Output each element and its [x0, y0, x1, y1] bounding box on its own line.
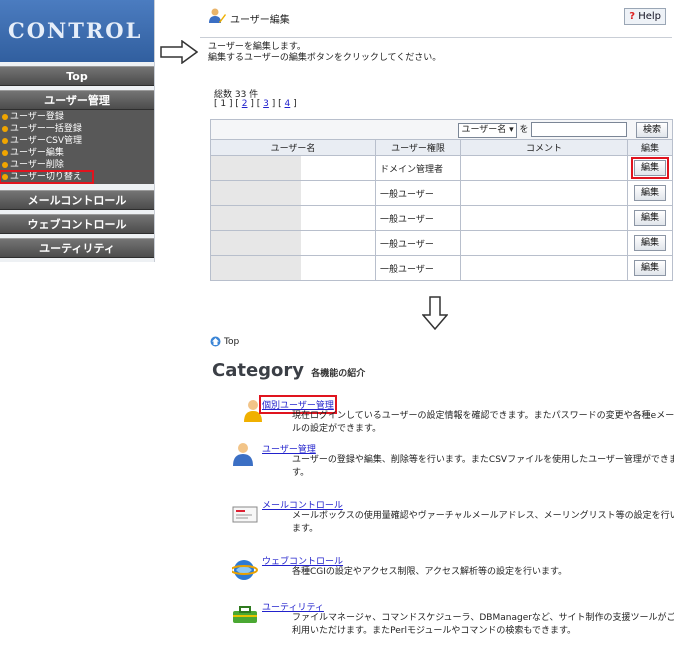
- bullet-icon: [2, 114, 8, 120]
- username-cell: [210, 255, 376, 281]
- user-table: ユーザー名 ▾ を 検索 ユーザー名 ユーザー権限 コメント 編集 ドメイン管理…: [209, 119, 674, 281]
- submenu-item-user-edit[interactable]: ユーザー編集: [0, 147, 154, 159]
- role-cell: 一般ユーザー: [375, 180, 461, 206]
- sidebar-item-mail-control[interactable]: メールコントロール: [0, 190, 154, 210]
- comment-cell: [460, 230, 628, 256]
- redacted-username: [211, 181, 301, 205]
- edit-button[interactable]: 編集: [631, 157, 670, 179]
- toolbox-icon: [233, 606, 257, 623]
- submenu-item-user-delete[interactable]: ユーザー削除: [0, 159, 154, 171]
- category-item-user-management: ユーザー管理 ユーザーの登録や編集、削除等を行います。またCSVファイルを使用し…: [210, 442, 674, 482]
- user-edit-panel: ユーザー編集 ? Help ユーザーを編集します。 編集するユーザーの編集ボタン…: [200, 6, 674, 292]
- username-cell: [210, 230, 376, 256]
- help-icon: ?: [629, 11, 635, 22]
- comment-cell: [460, 205, 628, 231]
- submenu-item-user-register[interactable]: ユーザー登録: [0, 111, 154, 123]
- search-field-select[interactable]: ユーザー名 ▾: [458, 122, 517, 138]
- table-row: 一般ユーザー 編集: [210, 180, 674, 206]
- comment-cell: [460, 255, 628, 281]
- redacted-username: [211, 231, 301, 255]
- pager-link-4[interactable]: 4: [285, 99, 291, 109]
- table-header: ユーザー名 ユーザー権限 コメント 編集: [210, 139, 674, 156]
- search-input[interactable]: [531, 121, 628, 137]
- edit-button[interactable]: 編集: [634, 235, 667, 251]
- category-page: Top Category 各機能の紹介 個別ユーザー管理 現在ログインしているユ…: [200, 330, 674, 665]
- comment-cell: [460, 180, 628, 206]
- table-row: 一般ユーザー 編集: [210, 205, 674, 231]
- bullet-icon: [2, 138, 8, 144]
- redacted-username: [211, 156, 301, 180]
- col-role: ユーザー権限: [375, 139, 461, 156]
- role-cell: 一般ユーザー: [375, 255, 461, 281]
- mail-icon: [232, 506, 258, 523]
- category-desc: 各種CGIの設定やアクセス制限、アクセス解析等の設定を行います。: [292, 567, 568, 577]
- col-comment: コメント: [460, 139, 628, 156]
- category-heading: Category 各機能の紹介: [212, 360, 366, 381]
- sidebar-item-web-control[interactable]: ウェブコントロール: [0, 214, 154, 234]
- category-item-utility: ユーティリティ ファイルマネージャ、コマンドスケジューラ、DBManagerなど…: [210, 600, 674, 640]
- arrow-down-icon: [422, 296, 448, 330]
- edit-button[interactable]: 編集: [634, 260, 667, 276]
- intro-text: ユーザーを編集します。 編集するユーザーの編集ボタンをクリックしてください。: [208, 42, 442, 63]
- category-item-web-control: ウェブコントロール 各種CGIの設定やアクセス制限、アクセス解析等の設定を行いま…: [210, 554, 674, 584]
- table-row: 一般ユーザー 編集: [210, 255, 674, 281]
- role-cell: 一般ユーザー: [375, 230, 461, 256]
- help-button[interactable]: ? Help: [624, 8, 666, 25]
- title-divider: [200, 37, 672, 38]
- control-logo: CONTROL: [0, 0, 154, 62]
- breadcrumb[interactable]: Top: [210, 336, 239, 347]
- pager: [ 1 ] [ 2 ] [ 3 ] [ 4 ]: [214, 99, 297, 109]
- bullet-icon: [2, 162, 8, 168]
- category-desc: ユーザーの登録や編集、削除等を行います。またCSVファイルを使用したユーザー管理…: [292, 455, 674, 478]
- username-cell: [210, 205, 376, 231]
- submenu-item-user-csv[interactable]: ユーザーCSV管理: [0, 135, 154, 147]
- category-desc: メールボックスの使用量確認やヴァーチャルメールアドレス、メーリングリスト等の設定…: [292, 511, 674, 534]
- table-row: ドメイン管理者 編集: [210, 155, 674, 181]
- edit-button[interactable]: 編集: [634, 210, 667, 226]
- bullet-icon: [2, 150, 8, 156]
- category-item-mail-control: メールコントロール メールボックスの使用量確認やヴァーチャルメールアドレス、メー…: [210, 498, 674, 538]
- role-cell: 一般ユーザー: [375, 205, 461, 231]
- redacted-username: [211, 206, 301, 230]
- col-username: ユーザー名: [210, 139, 376, 156]
- users-icon: [233, 443, 253, 466]
- sidebar-item-user-management[interactable]: ユーザー管理: [0, 90, 154, 110]
- sidebar-item-top[interactable]: Top: [0, 66, 154, 86]
- role-cell: ドメイン管理者: [375, 155, 461, 181]
- submenu-item-user-bulk-register[interactable]: ユーザー一括登録: [0, 123, 154, 135]
- col-edit: 編集: [626, 139, 674, 156]
- submenu-item-user-switch[interactable]: ユーザー切り替え: [0, 170, 94, 184]
- search-row: ユーザー名 ▾ を 検索: [209, 119, 674, 140]
- pager-current: 1: [220, 99, 227, 109]
- username-cell: [210, 155, 376, 181]
- sidebar-item-utility[interactable]: ユーティリティ: [0, 238, 154, 258]
- pager-link-2[interactable]: 2: [242, 99, 248, 109]
- arrow-right-icon: [160, 40, 198, 64]
- category-desc: ファイルマネージャ、コマンドスケジューラ、DBManagerなど、サイト制作の支…: [292, 613, 674, 636]
- redacted-username: [211, 256, 301, 280]
- bullet-icon: [2, 126, 8, 132]
- chevron-down-icon: ▾: [509, 124, 514, 135]
- control-panel-sidebar: CONTROL Top ユーザー管理 ユーザー登録 ユーザー一括登録 ユーザーC…: [0, 0, 155, 262]
- edit-button[interactable]: 編集: [634, 185, 667, 201]
- pager-link-3[interactable]: 3: [263, 99, 269, 109]
- comment-cell: [460, 155, 628, 181]
- user-management-submenu: ユーザー登録 ユーザー一括登録 ユーザーCSV管理 ユーザー編集 ユーザー削除 …: [0, 110, 154, 184]
- home-icon: [210, 336, 221, 347]
- globe-icon: [232, 560, 258, 580]
- category-item-individual-user: 個別ユーザー管理 現在ログインしているユーザーの設定情報を確認できます。またパス…: [210, 395, 674, 438]
- table-row: 一般ユーザー 編集: [210, 230, 674, 256]
- bullet-icon: [2, 174, 8, 180]
- category-desc: 現在ログインしているユーザーの設定情報を確認できます。またパスワードの変更や各種…: [292, 411, 674, 434]
- search-button[interactable]: 検索: [636, 121, 669, 138]
- user-edit-icon: [209, 8, 226, 23]
- username-cell: [210, 180, 376, 206]
- page-title: ユーザー編集: [230, 15, 290, 26]
